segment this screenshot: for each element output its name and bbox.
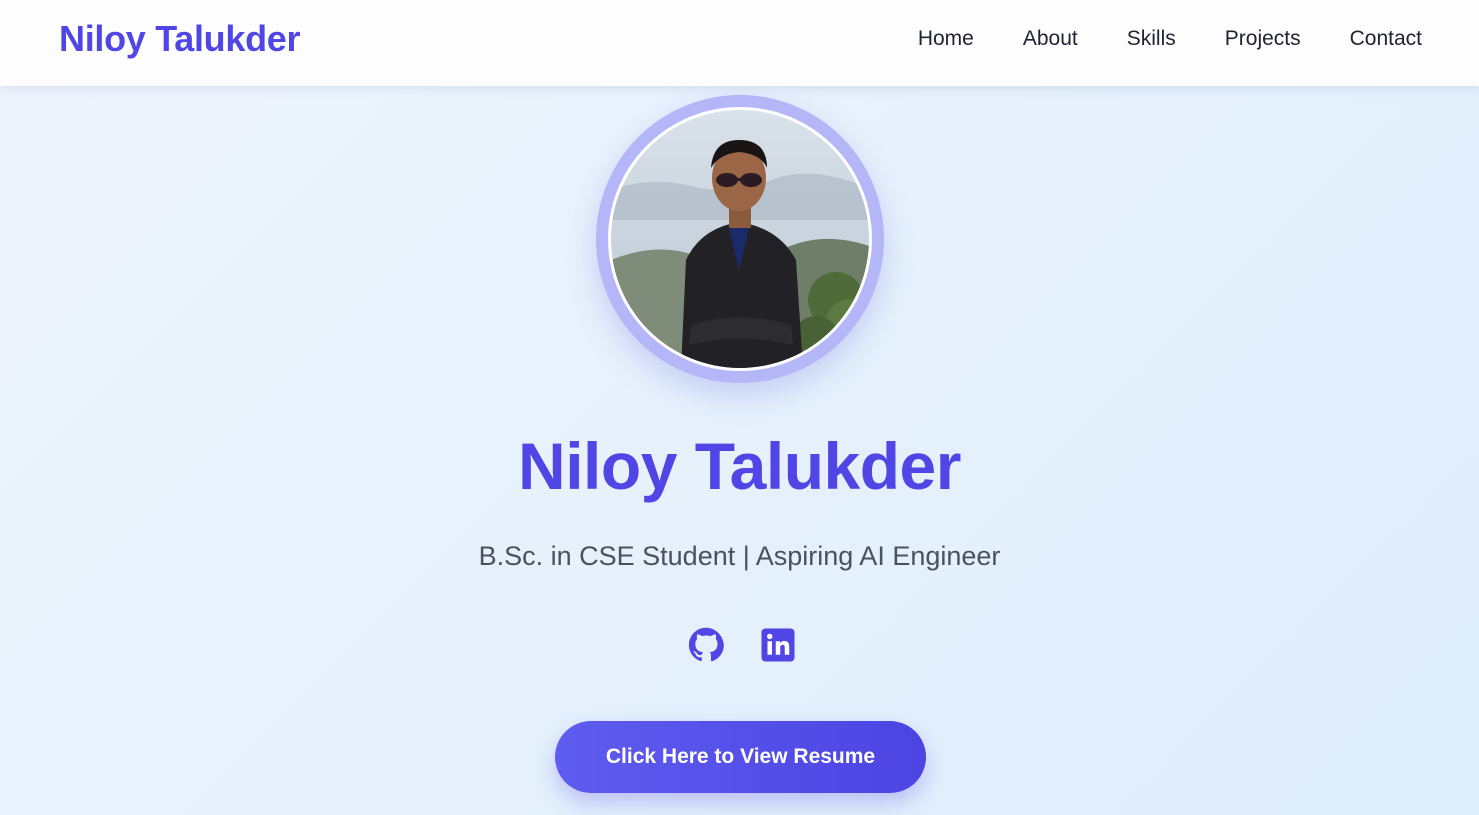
hero-subtitle: B.Sc. in CSE Student | Aspiring AI Engin… (478, 541, 1001, 571)
nav-link-home[interactable]: Home (918, 26, 974, 52)
avatar (596, 95, 884, 383)
nav-link-skills[interactable]: Skills (1127, 26, 1176, 52)
hero-name: Niloy Talukder (518, 429, 961, 503)
nav-links: Home About Skills Projects Contact (869, 26, 1422, 52)
profile-photo (611, 110, 869, 368)
github-link[interactable] (688, 627, 724, 663)
github-icon (688, 627, 724, 662)
brand-logo[interactable]: Niloy Talukder (59, 18, 301, 60)
nav-link-about[interactable]: About (1023, 26, 1078, 52)
linkedin-link[interactable] (760, 627, 796, 663)
hero-section: Niloy Talukder B.Sc. in CSE Student | As… (0, 86, 1479, 815)
view-resume-button[interactable]: Click Here to View Resume (555, 721, 926, 793)
social-links (688, 627, 796, 663)
nav-link-contact[interactable]: Contact (1350, 26, 1422, 52)
avatar-frame (608, 107, 872, 371)
nav-link-projects[interactable]: Projects (1225, 26, 1301, 52)
navbar: Niloy Talukder Home About Skills Project… (0, 0, 1479, 86)
linkedin-icon (761, 628, 795, 662)
